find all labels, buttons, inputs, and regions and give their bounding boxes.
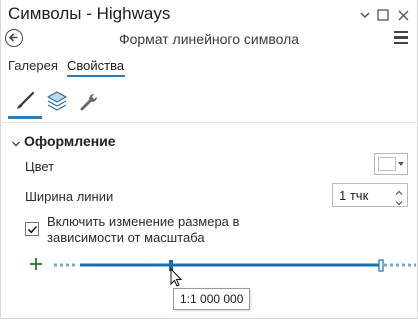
layers-icon[interactable] [44,88,70,114]
line-width-label: Ширина линии [25,189,114,204]
spin-down-icon[interactable] [393,195,405,206]
slider-handle-end[interactable] [378,259,384,272]
line-width-value: 1 тчк [339,188,369,203]
color-swatch [378,157,396,171]
color-label: Цвет [25,159,55,174]
spin-up-icon[interactable] [393,185,405,195]
color-picker[interactable] [374,153,408,175]
scale-checkbox-label[interactable]: Включить изменение размера в зависимости… [47,214,297,246]
pane-title: Символы - Highways [8,4,171,23]
checkmark-icon [27,225,38,234]
menu-icon[interactable] [394,31,408,45]
scale-slider[interactable] [50,252,418,292]
section-title[interactable]: Оформление [24,133,116,149]
restore-icon[interactable] [374,6,392,24]
scale-checkbox[interactable] [25,222,39,236]
tab-properties[interactable]: Свойства [67,58,124,73]
wrench-icon[interactable] [76,88,102,114]
chevron-down-icon[interactable] [356,6,374,24]
active-subtab-indicator [8,116,42,119]
plus-icon[interactable] [29,257,43,271]
brush-icon[interactable] [12,88,38,114]
close-icon[interactable] [394,6,412,24]
tab-gallery[interactable]: Галерея [8,58,58,73]
line-width-input[interactable]: 1 тчк [332,183,408,207]
scale-tooltip: 1:1 000 000 [173,288,251,310]
divider [0,122,418,123]
mouse-cursor-icon [170,267,183,287]
caret-down-icon [398,162,404,166]
chevron-down-icon[interactable] [11,136,21,147]
panel-title: Формат линейного символа [118,31,300,47]
active-tab-indicator [67,75,125,77]
